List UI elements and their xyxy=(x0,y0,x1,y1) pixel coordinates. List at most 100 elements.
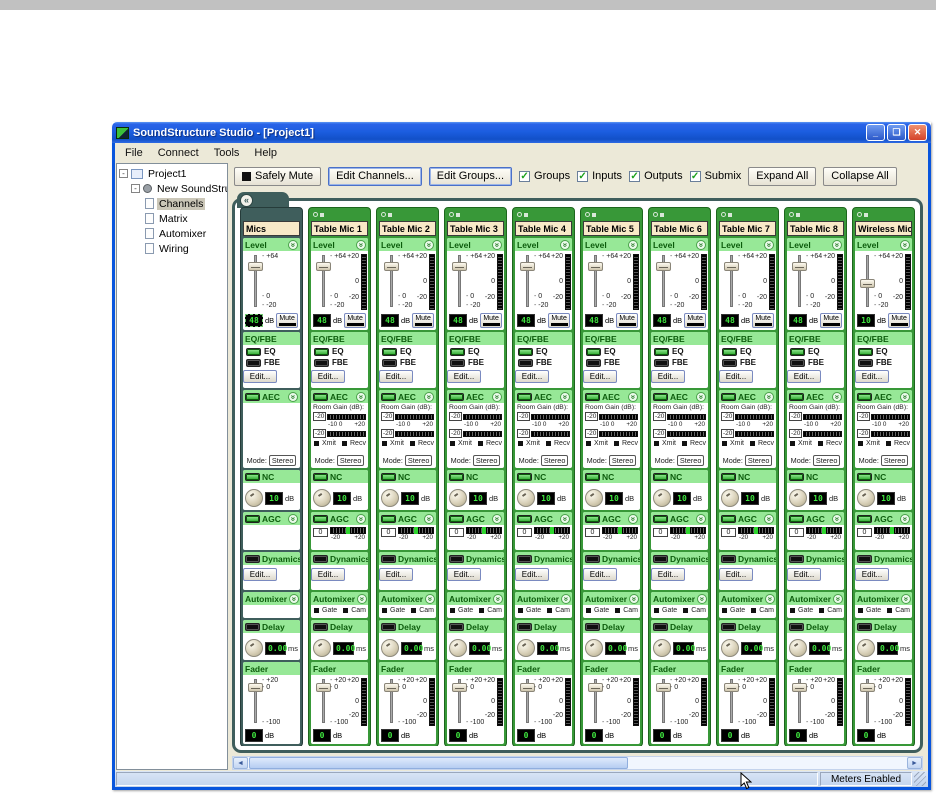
nc-led-icon[interactable] xyxy=(381,473,396,481)
chevron-down-icon[interactable]: « xyxy=(289,594,299,604)
chevron-down-icon[interactable]: « xyxy=(764,514,774,524)
delay-knob[interactable] xyxy=(313,639,331,657)
eq-led-icon[interactable] xyxy=(654,348,669,356)
fader-handle[interactable] xyxy=(792,683,807,692)
menu-help[interactable]: Help xyxy=(247,145,284,161)
aec-led-icon[interactable] xyxy=(245,393,260,401)
scrollbar-thumb[interactable] xyxy=(249,757,628,769)
chevron-down-icon[interactable]: « xyxy=(560,240,570,250)
aec-mode-select[interactable]: Stereo xyxy=(813,455,841,466)
nc-knob[interactable] xyxy=(449,489,467,507)
chevron-down-icon[interactable]: « xyxy=(764,392,774,402)
delay-knob[interactable] xyxy=(857,639,875,657)
aec-mode-select[interactable]: Stereo xyxy=(745,455,773,466)
channel-name[interactable]: Table Mic 3 xyxy=(447,221,504,236)
agc-led-icon[interactable] xyxy=(517,515,532,523)
fbe-led-icon[interactable] xyxy=(450,359,465,367)
nc-knob[interactable] xyxy=(517,489,535,507)
groups-checkbox[interactable]: ✓ Groups xyxy=(519,170,570,182)
chevron-down-icon[interactable]: « xyxy=(697,594,707,604)
nc-knob[interactable] xyxy=(381,489,399,507)
level-fader-handle[interactable] xyxy=(792,262,807,271)
eq-toggle[interactable]: EQ xyxy=(243,345,300,356)
mute-button[interactable]: Mute xyxy=(412,313,434,328)
inputs-checkbox[interactable]: ✓ Inputs xyxy=(577,170,622,182)
resize-grip[interactable] xyxy=(914,772,926,786)
aec-led-icon[interactable] xyxy=(653,393,668,401)
dynamics-edit-button[interactable]: Edit... xyxy=(583,568,617,581)
aec-mode-select[interactable]: Stereo xyxy=(473,455,501,466)
fader-handle[interactable] xyxy=(384,683,399,692)
channel-name[interactable]: Table Mic 2 xyxy=(379,221,436,236)
delay-led-icon[interactable] xyxy=(789,623,804,631)
strip-header[interactable] xyxy=(651,208,708,219)
chevron-down-icon[interactable]: « xyxy=(832,240,842,250)
checkbox-checked-icon[interactable]: ✓ xyxy=(577,171,588,182)
chevron-down-icon[interactable]: « xyxy=(833,594,843,604)
eq-led-icon[interactable] xyxy=(382,348,397,356)
level-fader-handle[interactable] xyxy=(588,262,603,271)
dynamics-edit-button[interactable]: Edit... xyxy=(651,568,685,581)
eq-edit-button[interactable]: Edit... xyxy=(447,370,481,383)
nc-led-icon[interactable] xyxy=(653,473,668,481)
chevron-down-icon[interactable]: « xyxy=(357,594,367,604)
chevron-down-icon[interactable]: « xyxy=(901,594,911,604)
eq-edit-button[interactable]: Edit... xyxy=(855,370,889,383)
delay-led-icon[interactable] xyxy=(517,623,532,631)
nc-led-icon[interactable] xyxy=(245,473,260,481)
delay-knob[interactable] xyxy=(517,639,535,657)
chevron-down-icon[interactable]: « xyxy=(561,594,571,604)
aec-mode-select[interactable]: Stereo xyxy=(269,455,297,466)
eq-led-icon[interactable] xyxy=(518,348,533,356)
fbe-toggle[interactable]: FBE xyxy=(855,356,912,367)
eq-toggle[interactable]: EQ xyxy=(447,345,504,356)
chevron-down-icon[interactable]: « xyxy=(288,514,298,524)
mute-button[interactable]: Mute xyxy=(888,313,910,328)
nc-knob[interactable] xyxy=(313,489,331,507)
aec-led-icon[interactable] xyxy=(857,393,872,401)
chevron-down-icon[interactable]: « xyxy=(492,514,502,524)
mute-button[interactable]: Mute xyxy=(684,313,706,328)
aec-mode-select[interactable]: Stereo xyxy=(609,455,637,466)
scroll-left-icon[interactable]: ◄ xyxy=(233,757,248,769)
fader-handle[interactable] xyxy=(656,683,671,692)
chevron-down-icon[interactable]: « xyxy=(356,514,366,524)
chevron-down-icon[interactable]: « xyxy=(628,514,638,524)
chevron-down-icon[interactable]: « xyxy=(629,594,639,604)
dynamics-edit-button[interactable]: Edit... xyxy=(243,568,277,581)
nc-led-icon[interactable] xyxy=(449,473,464,481)
aec-mode-select[interactable]: Stereo xyxy=(541,455,569,466)
eq-edit-button[interactable]: Edit... xyxy=(787,370,821,383)
menu-file[interactable]: File xyxy=(118,145,150,161)
fbe-toggle[interactable]: FBE xyxy=(447,356,504,367)
nc-knob[interactable] xyxy=(585,489,603,507)
submix-checkbox[interactable]: ✓ Submix xyxy=(690,170,742,182)
delay-knob[interactable] xyxy=(381,639,399,657)
agc-led-icon[interactable] xyxy=(381,515,396,523)
eq-toggle[interactable]: EQ xyxy=(651,345,708,356)
fbe-led-icon[interactable] xyxy=(790,359,805,367)
nc-knob[interactable] xyxy=(721,489,739,507)
safely-mute-button[interactable]: Safely Mute xyxy=(234,167,321,186)
dynamics-edit-button[interactable]: Edit... xyxy=(855,568,889,581)
channel-name[interactable]: Table Mic 4 xyxy=(515,221,572,236)
chevron-down-icon[interactable]: « xyxy=(493,594,503,604)
dynamics-edit-button[interactable]: Edit... xyxy=(379,568,413,581)
expand-all-button[interactable]: Expand All xyxy=(748,167,816,186)
agc-led-icon[interactable] xyxy=(721,515,736,523)
chevron-down-icon[interactable]: « xyxy=(424,240,434,250)
mute-button[interactable]: Mute xyxy=(616,313,638,328)
horizontal-scrollbar[interactable]: ◄ ► xyxy=(232,756,923,770)
aec-mode-select[interactable]: Stereo xyxy=(881,455,909,466)
channel-name[interactable]: Table Mic 5 xyxy=(583,221,640,236)
strip-header[interactable] xyxy=(787,208,844,219)
level-fader-handle[interactable] xyxy=(384,262,399,271)
level-fader-handle[interactable] xyxy=(860,279,875,288)
chevron-down-icon[interactable]: « xyxy=(900,392,910,402)
dynamics-led-icon[interactable] xyxy=(313,555,328,563)
dynamics-led-icon[interactable] xyxy=(449,555,464,563)
mute-button[interactable]: Mute xyxy=(276,313,298,328)
chevron-down-icon[interactable]: « xyxy=(628,392,638,402)
aec-mode-select[interactable]: Stereo xyxy=(337,455,365,466)
nc-led-icon[interactable] xyxy=(585,473,600,481)
